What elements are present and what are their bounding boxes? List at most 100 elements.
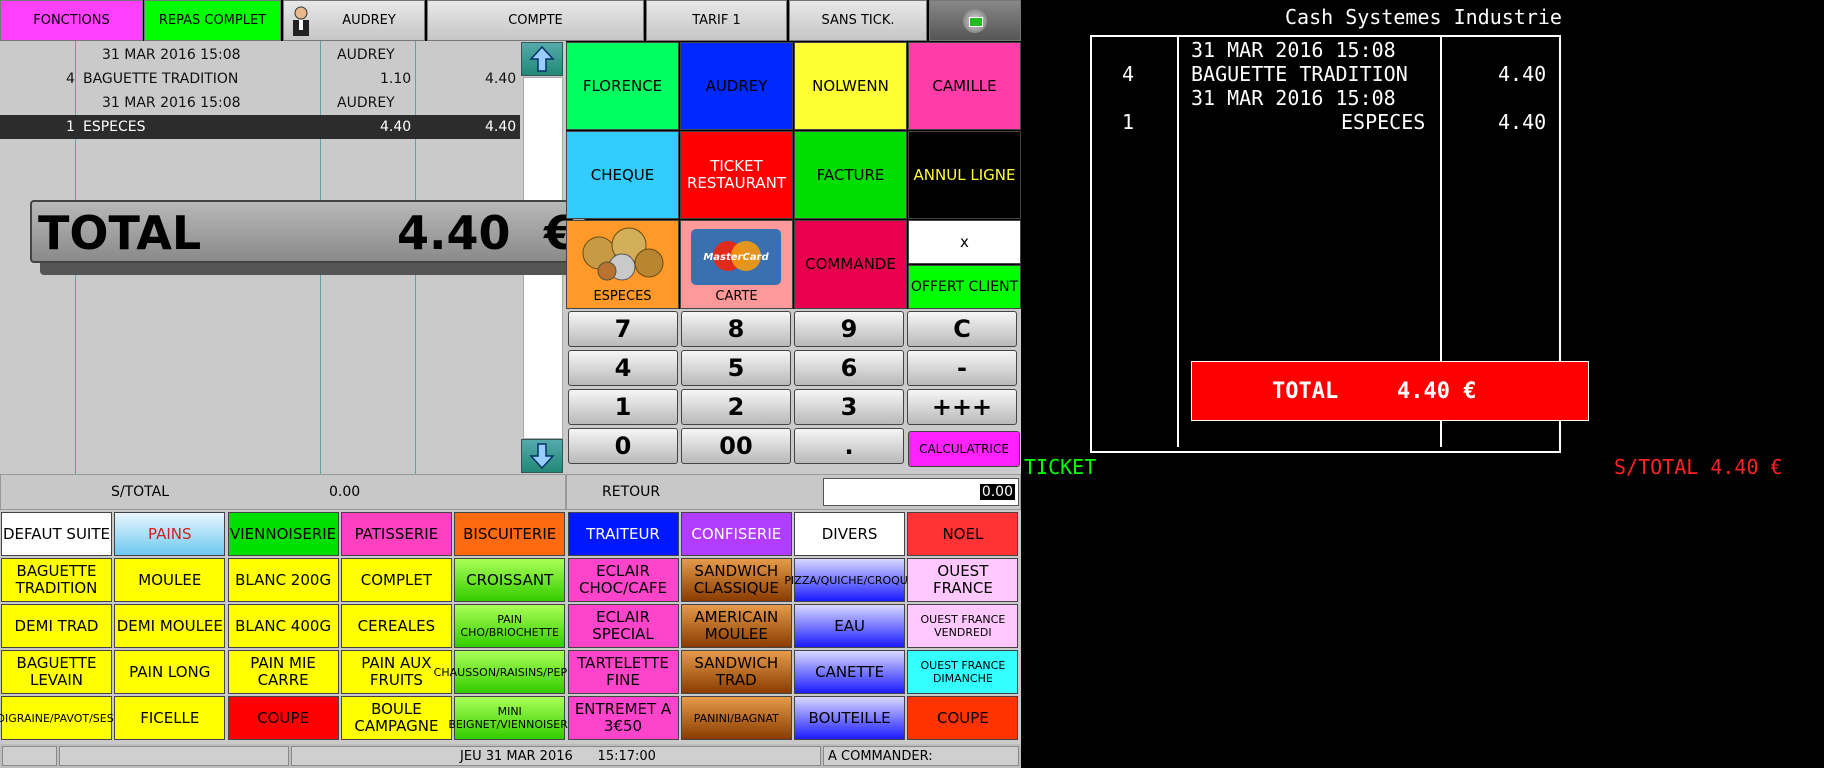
numpad-key-c[interactable]: C xyxy=(907,311,1017,347)
scroll-up-icon[interactable] xyxy=(521,42,563,76)
product-blanc-400g[interactable]: BLANC 400G xyxy=(227,604,339,648)
ticket-line[interactable]: 31 MAR 2016 15:08 AUDREY xyxy=(0,91,520,115)
product-eclair-special[interactable]: ECLAIR SPECIAL xyxy=(567,604,679,648)
especes-button[interactable]: ESPECES xyxy=(566,220,679,309)
numpad-key-8[interactable]: 8 xyxy=(681,311,791,347)
product-croissant[interactable]: CROISSANT xyxy=(454,558,566,602)
product-baguette-levain[interactable]: BAGUETTE LEVAIN xyxy=(1,650,112,694)
category-noel[interactable]: NOEL xyxy=(907,512,1019,556)
seller-audrey-button[interactable]: AUDREY xyxy=(680,42,793,130)
calculatrice-button[interactable]: CALCULATRICE xyxy=(908,431,1020,467)
retour-field[interactable]: 0.00 xyxy=(823,478,1019,506)
drawer-button[interactable] xyxy=(929,0,1021,41)
seller-nolwenn-button[interactable]: NOLWENN xyxy=(794,42,907,130)
total-label: TOTAL xyxy=(38,206,202,260)
display-line-label: BAGUETTE TRADITION xyxy=(1191,62,1408,86)
product-pizza-quiche-croque[interactable]: PIZZA/QUICHE/CROQUE xyxy=(784,558,915,602)
product-sandwich-classique[interactable]: SANDWICH CLASSIQUE xyxy=(680,558,792,602)
product-ouest-france-dimanche[interactable]: OUEST FRANCE DIMANCHE xyxy=(907,650,1019,694)
product-canette[interactable]: CANETTE xyxy=(794,650,906,694)
product-pain-mie-carre[interactable]: PAIN MIE CARRE xyxy=(227,650,339,694)
line-label: 31 MAR 2016 15:08 xyxy=(102,95,241,111)
product-boule-campagne[interactable]: BOULE CAMPAGNE xyxy=(340,696,452,740)
ticket-line[interactable]: 4 BAGUETTE TRADITION 1.10 4.40 xyxy=(0,67,520,91)
offert-client-button[interactable]: OFFERT CLIENT xyxy=(908,265,1021,309)
scroll-down-icon[interactable] xyxy=(521,439,563,473)
product-eau[interactable]: EAU xyxy=(794,604,906,648)
numpad-key-4[interactable]: 4 xyxy=(568,350,678,386)
product-tradigraine-pavot-sesame[interactable]: TRADIGRAINE/PAVOT/SESAME xyxy=(0,696,138,740)
category-patisserie[interactable]: PATISSERIE xyxy=(340,512,452,556)
category-traiteur[interactable]: TRAITEUR xyxy=(567,512,679,556)
product-ficelle[interactable]: FICELLE xyxy=(114,696,226,740)
numpad-key-9[interactable]: 9 xyxy=(794,311,904,347)
product-moulee[interactable]: MOULEE xyxy=(114,558,226,602)
x-button[interactable]: x xyxy=(908,220,1021,264)
ticket-line[interactable]: 31 MAR 2016 15:08 AUDREY xyxy=(0,43,520,67)
product-complet[interactable]: COMPLET xyxy=(340,558,452,602)
product-mini-beignet-viennoiseri[interactable]: MINI BEIGNET/VIENNOISERI xyxy=(448,696,571,740)
product-eclair-choc-cafe[interactable]: ECLAIR CHOC/CAFE xyxy=(567,558,679,602)
line-seller: AUDREY xyxy=(337,95,395,111)
product-tartelette-fine[interactable]: TARTELETTE FINE xyxy=(567,650,679,694)
line-label: BAGUETTE TRADITION xyxy=(83,71,239,87)
product-sandwich-trad[interactable]: SANDWICH TRAD xyxy=(680,650,792,694)
category-pains[interactable]: PAINS xyxy=(114,512,226,556)
commande-button[interactable]: COMMANDE xyxy=(794,220,907,309)
numpad-key-dot[interactable]: . xyxy=(794,428,904,464)
product-bouteille[interactable]: BOUTEILLE xyxy=(794,696,906,740)
ticket-restaurant-button[interactable]: TICKET RESTAURANT xyxy=(680,131,793,219)
stotal-label: S/TOTAL 4.40 € xyxy=(1614,455,1783,479)
category-viennoiserie[interactable]: VIENNOISERIE xyxy=(227,512,339,556)
numpad-key-0[interactable]: 0 xyxy=(568,428,678,464)
numpad-key-5[interactable]: 5 xyxy=(681,350,791,386)
numpad-key-1[interactable]: 1 xyxy=(568,389,678,425)
seller-florence-button[interactable]: FLORENCE xyxy=(566,42,679,130)
total-value: 4.40 xyxy=(397,206,511,260)
product-blanc-200g[interactable]: BLANC 200G xyxy=(227,558,339,602)
line-price: 1.10 xyxy=(380,71,412,87)
carte-button[interactable]: MasterCard CARTE xyxy=(680,220,793,309)
tarif-button[interactable]: TARIF 1 xyxy=(646,0,787,41)
product-americain-moulee[interactable]: AMERICAIN MOULEE xyxy=(680,604,792,648)
numpad-key-00[interactable]: 00 xyxy=(681,428,791,464)
numpad-key-minus[interactable]: - xyxy=(907,350,1017,386)
numpad-key-3[interactable]: 3 xyxy=(794,389,904,425)
product-chausson-raisins-pepito[interactable]: CHAUSSON/RAISINS/PEPITO xyxy=(434,650,586,694)
product-coupe[interactable]: COUPE xyxy=(227,696,339,740)
category-biscuiterie[interactable]: BISCUITERIE xyxy=(454,512,566,556)
product-baguette-tradition[interactable]: BAGUETTE TRADITION xyxy=(1,558,112,602)
facture-button[interactable]: FACTURE xyxy=(794,131,907,219)
display-total-box: TOTAL 4.40 € xyxy=(1191,361,1589,421)
category-defaut-suite[interactable]: DEFAUT SUITE xyxy=(1,512,112,556)
product-ouest-france-vendredi[interactable]: OUEST FRANCE VENDREDI xyxy=(907,604,1019,648)
numpad-key-6[interactable]: 6 xyxy=(794,350,904,386)
product-coupe[interactable]: COUPE xyxy=(907,696,1019,740)
numpad-key-plus[interactable]: +++ xyxy=(907,389,1017,425)
category-confiserie[interactable]: CONFISERIE xyxy=(680,512,792,556)
user-button[interactable]: AUDREY xyxy=(283,0,425,41)
compte-button[interactable]: COMPTE xyxy=(427,0,644,41)
repas-complet-button[interactable]: REPAS COMPLET xyxy=(144,0,281,41)
numpad-key-7[interactable]: 7 xyxy=(568,311,678,347)
product-demi-trad[interactable]: DEMI TRAD xyxy=(1,604,112,648)
line-seller: AUDREY xyxy=(337,47,395,63)
ticket-line-selected[interactable]: 1 ESPECES 4.40 4.40 xyxy=(0,115,520,139)
numpad-key-2[interactable]: 2 xyxy=(681,389,791,425)
annul-ligne-button[interactable]: ANNUL LIGNE xyxy=(908,131,1021,219)
cheque-button[interactable]: CHEQUE xyxy=(566,131,679,219)
product-pain-cho-briochette[interactable]: PAIN CHO/BRIOCHETTE xyxy=(454,604,566,648)
product-pain-long[interactable]: PAIN LONG xyxy=(114,650,226,694)
coins-icon xyxy=(577,225,667,283)
cash-drawer-icon xyxy=(963,8,987,33)
fonctions-button[interactable]: FONCTIONS xyxy=(0,0,143,41)
product-cereales[interactable]: CEREALES xyxy=(340,604,452,648)
category-divers[interactable]: DIVERS xyxy=(794,512,906,556)
seller-camille-button[interactable]: CAMILLE xyxy=(908,42,1021,130)
product-entremet-a-3-50[interactable]: ENTREMET A 3€50 xyxy=(567,696,679,740)
sans-tick-button[interactable]: SANS TICK. xyxy=(789,0,927,41)
product-panini-bagnat[interactable]: PANINI/BAGNAT xyxy=(680,696,792,740)
product-ouest-france[interactable]: OUEST FRANCE xyxy=(907,558,1019,602)
retour-label: RETOUR xyxy=(602,484,661,500)
product-demi-moulee[interactable]: DEMI MOULEE xyxy=(114,604,226,648)
